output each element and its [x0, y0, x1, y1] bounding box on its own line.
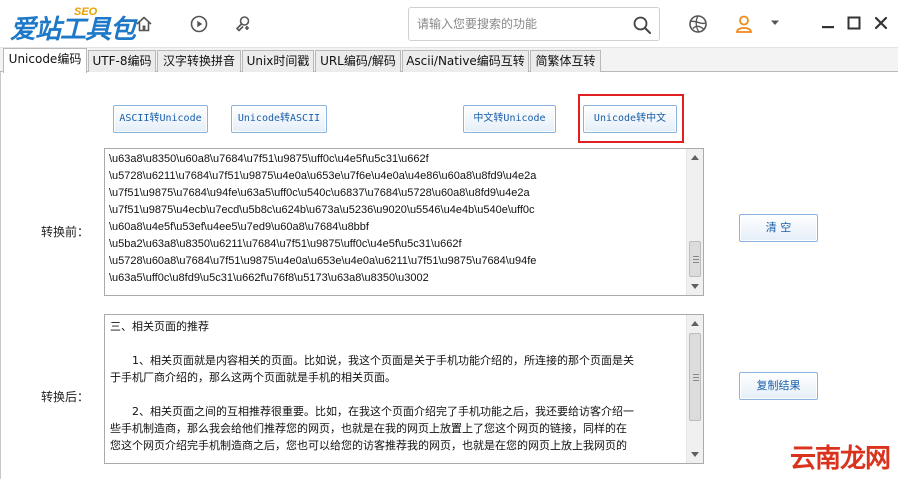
copy-result-button[interactable]: 复制结果 — [739, 372, 818, 400]
tab-bar: Unicode编码 UTF-8编码 汉字转换拼音 Unix时间戳 URL编码/解… — [0, 48, 898, 73]
app-logo: 爱站工具包 SEO — [10, 6, 136, 45]
output-scrollbar[interactable] — [686, 315, 703, 463]
chinese-to-unicode-button[interactable]: 中文转Unicode — [463, 105, 556, 133]
unicode-to-ascii-button[interactable]: Unicode转ASCII — [231, 105, 327, 133]
output-line: 1、相关页面就是内容相关的页面。比如说，我这个页面是关于手机功能介绍的，所连接的… — [132, 354, 634, 367]
play-icon[interactable] — [185, 10, 213, 38]
browser-icon[interactable] — [684, 10, 712, 38]
after-label: 转换后： — [41, 390, 90, 404]
input-line: \u63a8\u8350\u60a8\u7684\u7f51\u9875\uff… — [109, 153, 429, 165]
close-icon[interactable] — [870, 12, 892, 34]
input-line: \u5728\u60a8\u7684\u7f51\u9875\u4e0a\u65… — [109, 255, 537, 267]
input-text: \u63a8\u8350\u60a8\u7684\u7f51\u9875\uff… — [109, 151, 685, 287]
before-label: 转换前： — [41, 225, 90, 239]
minimize-icon[interactable] — [817, 12, 839, 34]
tab-utf8[interactable]: UTF-8编码 — [88, 50, 156, 72]
scroll-up-icon[interactable] — [691, 155, 699, 160]
input-line: \u60a8\u4e5f\u53ef\u4ee5\u7ed9\u60a8\u76… — [109, 221, 369, 233]
tools-icon[interactable] — [229, 10, 257, 38]
scroll-down-icon[interactable] — [691, 452, 699, 457]
search-icon[interactable] — [629, 12, 655, 38]
clear-button[interactable]: 清 空 — [739, 214, 818, 242]
output-textarea[interactable]: 三、相关页面的推荐 1、相关页面就是内容相关的页面。比如说，我这个页面是关于手机… — [104, 314, 704, 464]
highlight-box — [578, 94, 684, 143]
ascii-to-unicode-button[interactable]: ASCII转Unicode — [113, 105, 208, 133]
user-avatar-icon[interactable] — [730, 10, 758, 38]
input-line: \u7f51\u9875\u7684\u94fe\u63a5\uff0c\u54… — [109, 187, 530, 199]
tab-pinyin[interactable]: 汉字转换拼音 — [157, 50, 241, 72]
output-heading: 三、相关页面的推荐 — [110, 320, 209, 333]
watermark-text: 云南龙网 — [789, 444, 891, 474]
unicode-panel: ASCII转Unicode Unicode转ASCII 中文转Unicode U… — [0, 72, 898, 479]
scroll-down-icon[interactable] — [691, 284, 699, 289]
search-box — [408, 7, 660, 41]
tab-ascii-native[interactable]: Ascii/Native编码互转 — [402, 50, 529, 72]
input-scroll-thumb[interactable] — [689, 241, 701, 277]
tab-url-encode[interactable]: URL编码/解码 — [315, 50, 401, 72]
input-line: \u63a5\uff0c\u8fd9\u5c31\u662f\u76f8\u51… — [109, 272, 429, 284]
home-icon[interactable] — [130, 10, 158, 38]
tab-unicode[interactable]: Unicode编码 — [3, 48, 87, 73]
scroll-up-icon[interactable] — [691, 321, 699, 326]
output-line: 2、相关页面之间的互相推荐很重要。比如，在我这个页面介绍完了手机功能之后，我还要… — [132, 405, 634, 418]
logo-text: 爱站工具包 — [10, 15, 136, 45]
logo-seo-badge: SEO — [74, 6, 98, 18]
input-scrollbar[interactable] — [686, 149, 703, 295]
output-line: 些手机制造商，那么我会给他们推荐您的网页，也就是在我的网页上放置上了您这个网页的… — [110, 422, 627, 435]
maximize-icon[interactable] — [843, 12, 865, 34]
input-line: \u5ba2\u63a8\u8350\u6211\u7684\u7f51\u98… — [109, 238, 462, 250]
user-menu-chevron-down-icon[interactable] — [764, 12, 786, 34]
input-line: \u5728\u6211\u7684\u7f51\u9875\u4e0a\u65… — [109, 170, 537, 182]
tab-traditional-simplified[interactable]: 简繁体互转 — [530, 50, 601, 72]
input-line: \u7f51\u9875\u4ecb\u7ecd\u5b8c\u624b\u67… — [109, 204, 535, 216]
tab-unix-timestamp[interactable]: Unix时间戳 — [242, 50, 314, 72]
input-textarea[interactable]: \u63a8\u8350\u60a8\u7684\u7f51\u9875\uff… — [104, 148, 704, 296]
output-text: 三、相关页面的推荐 1、相关页面就是内容相关的页面。比如说，我这个页面是关于手机… — [110, 318, 681, 454]
output-line: 您这个网页介绍完手机制造商之后，您也可以给您的访客推荐我的网页，也就是在您的网页… — [110, 439, 627, 452]
title-bar: 爱站工具包 SEO — [0, 0, 898, 48]
output-line: 于手机厂商介绍的，那么这两个页面就是手机的相关页面。 — [110, 371, 396, 384]
output-scroll-thumb[interactable] — [689, 333, 701, 421]
search-input[interactable] — [417, 14, 617, 34]
